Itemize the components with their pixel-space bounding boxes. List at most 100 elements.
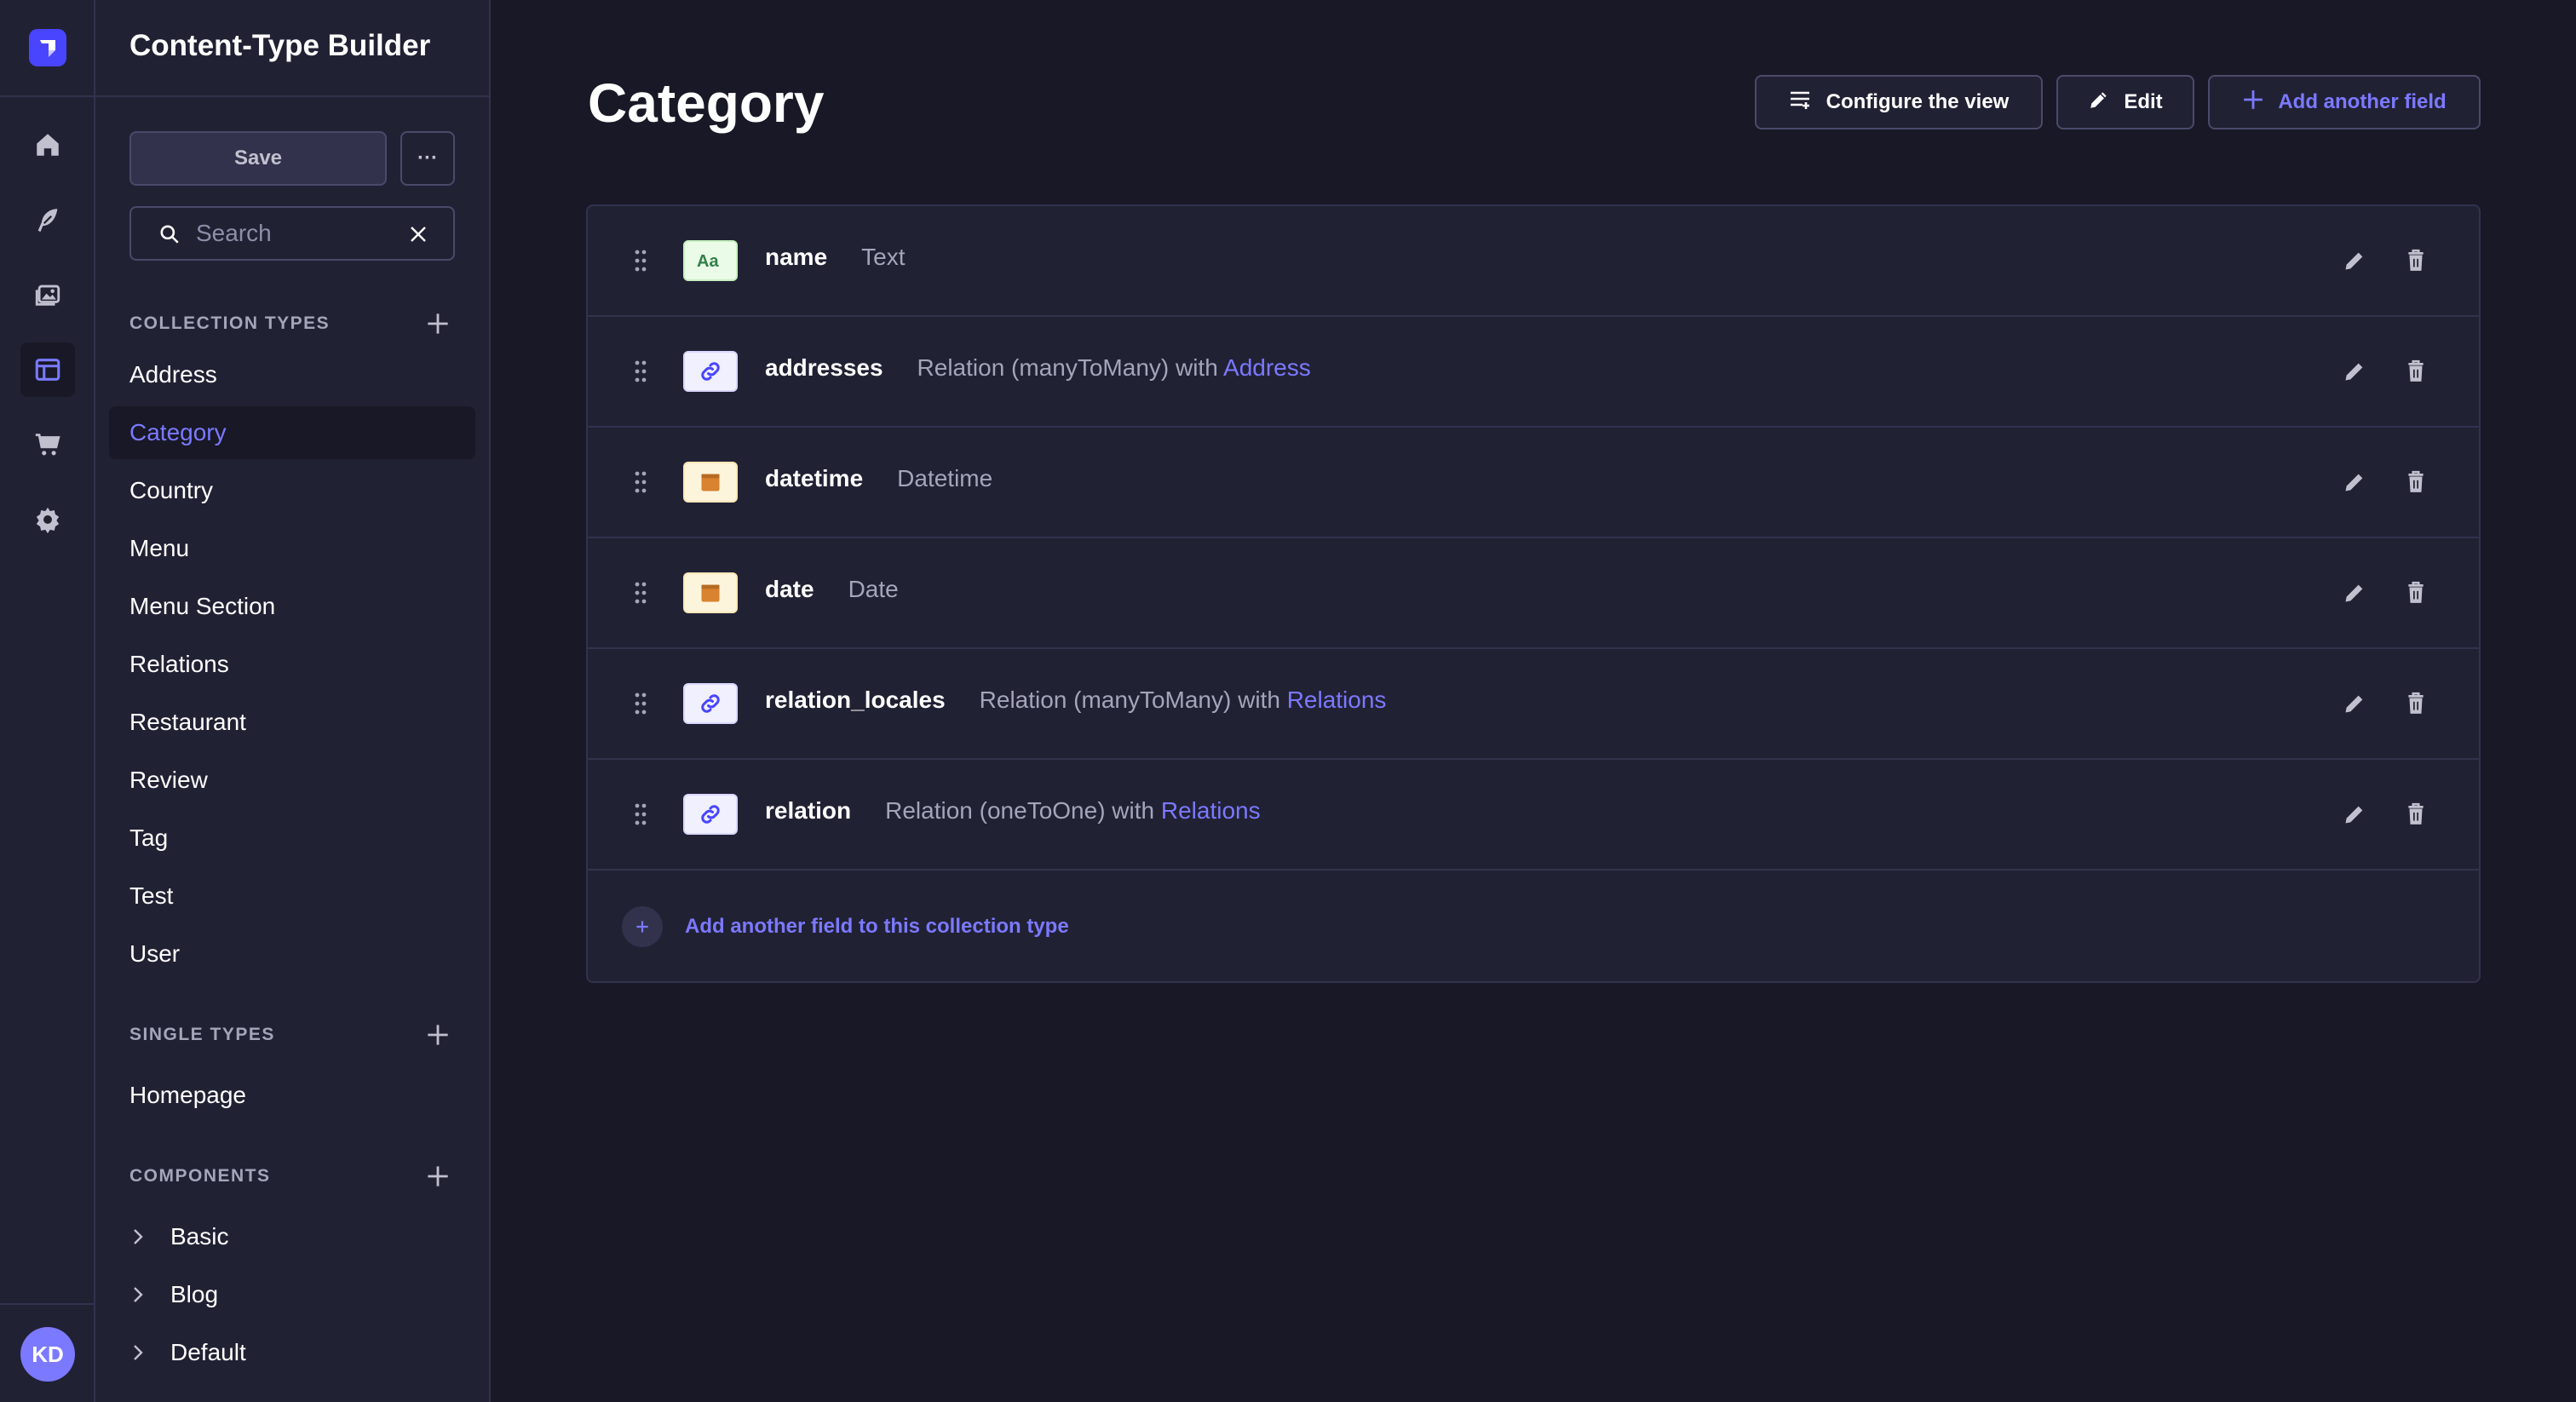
edit-field-icon[interactable] <box>2339 245 2370 276</box>
nav-item-country[interactable]: Country <box>109 464 475 517</box>
home-icon[interactable] <box>20 118 75 172</box>
edit-field-icon[interactable] <box>2339 467 2370 497</box>
field-type: Text <box>861 244 905 271</box>
single-types-heading: SINGLE TYPES <box>129 1025 275 1044</box>
nav-item-menu-section[interactable]: Menu Section <box>109 580 475 633</box>
component-category-blog[interactable]: Blog <box>129 1268 218 1321</box>
collection-types-heading: COLLECTION TYPES <box>129 313 331 333</box>
nav-item-menu[interactable]: Menu <box>109 522 475 575</box>
relation-target-link[interactable]: Relations <box>1287 687 1387 713</box>
plus-icon <box>2242 89 2264 117</box>
field-type-text: Relation (manyToMany) with <box>979 687 1280 713</box>
edit-field-icon[interactable] <box>2339 356 2370 387</box>
save-button[interactable]: Save <box>129 131 387 186</box>
field-type: Relation (manyToMany) with Relations <box>980 687 1387 714</box>
add-field-to-collection-button[interactable]: Add another field to this collection typ… <box>622 906 1069 947</box>
field-label: name Text <box>765 244 906 271</box>
add-another-field-button[interactable]: Add another field <box>2208 75 2481 129</box>
nav-item-relations[interactable]: Relations <box>109 638 475 691</box>
field-type: Relation (oneToOne) with Relations <box>885 797 1260 825</box>
edit-field-icon[interactable] <box>2339 799 2370 830</box>
feather-icon[interactable] <box>20 192 75 247</box>
nav-item-homepage[interactable]: Homepage <box>109 1069 475 1122</box>
search-input[interactable] <box>196 218 383 249</box>
edit-field-icon[interactable] <box>2339 688 2370 719</box>
delete-field-icon[interactable] <box>2401 577 2431 608</box>
svg-text:Aa: Aa <box>697 252 719 271</box>
nav-item-tag[interactable]: Tag <box>109 812 475 865</box>
component-category-default[interactable]: Default <box>129 1326 246 1379</box>
page-title: Category <box>588 72 825 134</box>
delete-field-icon[interactable] <box>2401 688 2431 719</box>
app-root: KD Content-Type Builder Save ··· COLLECT… <box>0 0 2576 1402</box>
cog-icon[interactable] <box>20 492 75 547</box>
rail-divider <box>0 1303 94 1305</box>
plus-circle-icon <box>622 906 663 947</box>
field-label: relation Relation (oneToOne) with Relati… <box>765 797 1261 825</box>
delete-field-icon[interactable] <box>2401 356 2431 387</box>
nav-item-review[interactable]: Review <box>109 754 475 807</box>
add-collection-type-icon[interactable] <box>421 307 455 341</box>
rail-divider <box>0 95 94 97</box>
field-row: datetime Datetime <box>588 428 2479 538</box>
field-type: Relation (manyToMany) with Address <box>917 354 1311 382</box>
strapi-logo-icon[interactable] <box>29 29 66 66</box>
components-heading: COMPONENTS <box>129 1166 271 1186</box>
field-type-text: Date <box>848 576 899 602</box>
edit-label: Edit <box>2124 90 2163 113</box>
delete-field-icon[interactable] <box>2401 799 2431 830</box>
avatar[interactable]: KD <box>20 1327 75 1382</box>
nav-item-address[interactable]: Address <box>109 348 475 401</box>
add-single-type-icon[interactable] <box>421 1018 455 1052</box>
field-type-text: Datetime <box>897 465 993 491</box>
field-label: date Date <box>765 576 899 603</box>
layout-icon[interactable] <box>20 342 75 397</box>
field-type-text: Relation (oneToOne) with <box>885 797 1155 824</box>
add-another-field-label: Add another field <box>2278 90 2447 113</box>
relation-icon <box>683 683 738 724</box>
pencil-icon <box>2088 89 2110 117</box>
nav-item-test[interactable]: Test <box>109 870 475 922</box>
cart-icon[interactable] <box>20 417 75 472</box>
drag-handle-icon[interactable] <box>634 249 647 277</box>
clear-search-icon[interactable] <box>405 221 431 247</box>
add-field-to-collection-label: Add another field to this collection typ… <box>685 915 1069 938</box>
component-category-basic[interactable]: Basic <box>129 1210 228 1263</box>
field-row: relation_locales Relation (manyToMany) w… <box>588 649 2479 760</box>
media-library-icon[interactable] <box>20 267 75 322</box>
drag-handle-icon[interactable] <box>634 470 647 498</box>
content-type-subnav: Content-Type Builder Save ··· COLLECTION… <box>95 0 491 1402</box>
field-name: relation_locales <box>765 687 946 713</box>
nav-item-restaurant[interactable]: Restaurant <box>109 696 475 749</box>
add-component-icon[interactable] <box>421 1159 455 1193</box>
nav-item-user[interactable]: User <box>109 928 475 980</box>
delete-field-icon[interactable] <box>2401 467 2431 497</box>
relation-target-link[interactable]: Address <box>1223 354 1311 381</box>
drag-handle-icon[interactable] <box>634 802 647 830</box>
field-label: addresses Relation (manyToMany) with Add… <box>765 354 1311 382</box>
field-row: relation Relation (oneToOne) with Relati… <box>588 760 2479 871</box>
drag-handle-icon[interactable] <box>634 359 647 388</box>
field-name: addresses <box>765 354 883 381</box>
configure-view-label: Configure the view <box>1826 90 2010 113</box>
list-settings-icon <box>1789 89 1813 116</box>
edit-field-icon[interactable] <box>2339 577 2370 608</box>
more-actions-button[interactable]: ··· <box>400 131 455 186</box>
drag-handle-icon[interactable] <box>634 581 647 609</box>
configure-view-button[interactable]: Configure the view <box>1755 75 2043 129</box>
search-icon <box>158 223 181 250</box>
delete-field-icon[interactable] <box>2401 245 2431 276</box>
fields-list: Aa name Text addresses Relation (manyToM… <box>586 204 2481 983</box>
field-label: relation_locales Relation (manyToMany) w… <box>765 687 1386 714</box>
text-icon: Aa <box>683 240 738 281</box>
drag-handle-icon[interactable] <box>634 692 647 720</box>
field-name: datetime <box>765 465 864 491</box>
relation-target-link[interactable]: Relations <box>1161 797 1261 824</box>
field-type: Date <box>848 576 899 603</box>
nav-item-category[interactable]: Category <box>109 406 475 459</box>
search-field[interactable] <box>129 206 455 261</box>
field-label: datetime Datetime <box>765 465 992 492</box>
subnav-title: Content-Type Builder <box>129 29 431 62</box>
edit-button[interactable]: Edit <box>2056 75 2194 129</box>
relation-icon <box>683 351 738 392</box>
